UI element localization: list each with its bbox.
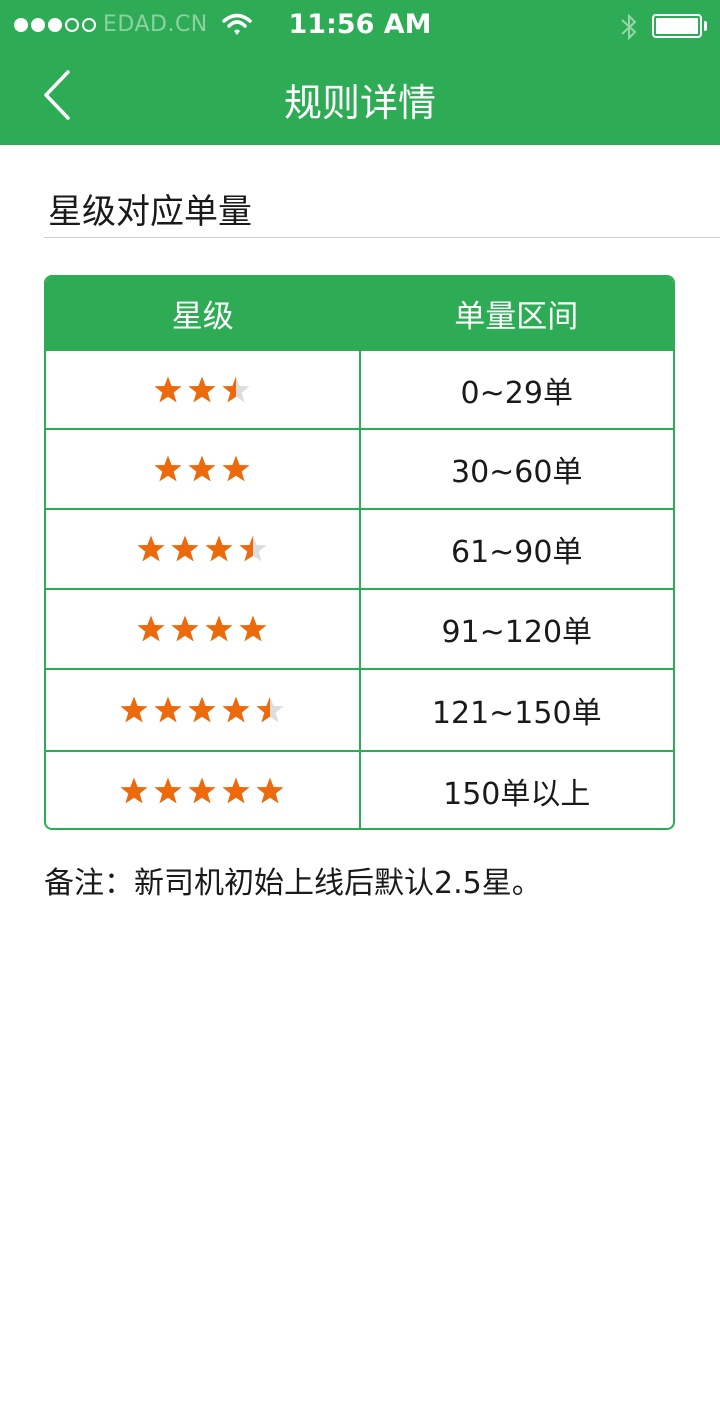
footnote: 备注：新司机初始上线后默认2.5星。 — [44, 866, 542, 901]
table-row: 61~90单 — [46, 508, 673, 588]
table-header: 星级 单量区间 — [46, 277, 673, 349]
table-body: 0~29单 30~60单 61~90单 91~120单 121~150单 150单以上 — [46, 349, 673, 828]
star-full-icon — [154, 455, 182, 482]
table-row: 121~150单 — [46, 668, 673, 750]
app-header: EDAD.CN 11:56 AM 规则详情 — [0, 0, 720, 145]
section-title: 星级对应单量 — [48, 192, 252, 232]
table-row: 0~29单 — [46, 349, 673, 428]
order-range-cell: 0~29单 — [460, 375, 573, 411]
star-full-icon — [120, 777, 148, 804]
table-row: 91~120单 — [46, 588, 673, 668]
bluetooth-icon — [621, 13, 637, 41]
star-rating — [119, 776, 285, 806]
star-half-icon — [239, 535, 267, 562]
order-range-cell: 121~150单 — [431, 696, 602, 731]
star-full-icon — [154, 777, 182, 804]
star-full-icon — [120, 696, 148, 723]
order-range-cell: 91~120单 — [441, 615, 593, 650]
star-full-icon — [188, 777, 216, 804]
star-rating-cell — [46, 430, 361, 508]
star-rating-cell — [46, 752, 361, 828]
status-time: 11:56 AM — [288, 9, 432, 40]
star-rating — [136, 614, 268, 644]
star-full-icon — [239, 615, 267, 642]
star-rating — [119, 695, 285, 725]
header-order-range: 单量区间 — [454, 298, 579, 335]
star-full-icon — [205, 535, 233, 562]
header-star-level: 星级 — [171, 298, 234, 335]
order-range-cell: 150单以上 — [443, 777, 591, 812]
star-full-icon — [188, 376, 216, 402]
star-rating-cell — [46, 670, 361, 750]
star-full-icon — [171, 535, 199, 562]
star-full-icon — [154, 376, 182, 402]
table-row: 150单以上 — [46, 750, 673, 828]
star-full-icon — [222, 696, 250, 723]
star-rating-cell — [46, 351, 361, 428]
battery-icon — [652, 14, 702, 38]
star-full-icon — [188, 455, 216, 482]
star-rating-cell — [46, 590, 361, 668]
star-full-icon — [256, 777, 284, 804]
star-half-icon — [222, 376, 250, 402]
star-rating — [153, 375, 251, 405]
star-full-icon — [222, 777, 250, 804]
star-half-icon — [256, 696, 284, 723]
star-full-icon — [222, 455, 250, 482]
table-row: 30~60单 — [46, 428, 673, 508]
star-full-icon — [205, 615, 233, 642]
star-rating-cell — [46, 510, 361, 588]
star-rating — [153, 454, 251, 484]
star-full-icon — [171, 615, 199, 642]
star-full-icon — [137, 535, 165, 562]
star-full-icon — [188, 696, 216, 723]
page-title: 规则详情 — [283, 81, 436, 125]
star-rating — [136, 534, 268, 564]
star-full-icon — [137, 615, 165, 642]
section-divider — [44, 237, 720, 238]
star-full-icon — [154, 696, 182, 723]
star-level-table: 星级 单量区间 0~29单 30~60单 61~90单 91~120单 121~150单… — [44, 275, 675, 830]
battery-tip — [704, 21, 707, 31]
order-range-cell: 61~90单 — [451, 535, 583, 570]
status-bar: EDAD.CN 11:56 AM — [0, 0, 720, 52]
order-range-cell: 30~60单 — [451, 455, 583, 490]
